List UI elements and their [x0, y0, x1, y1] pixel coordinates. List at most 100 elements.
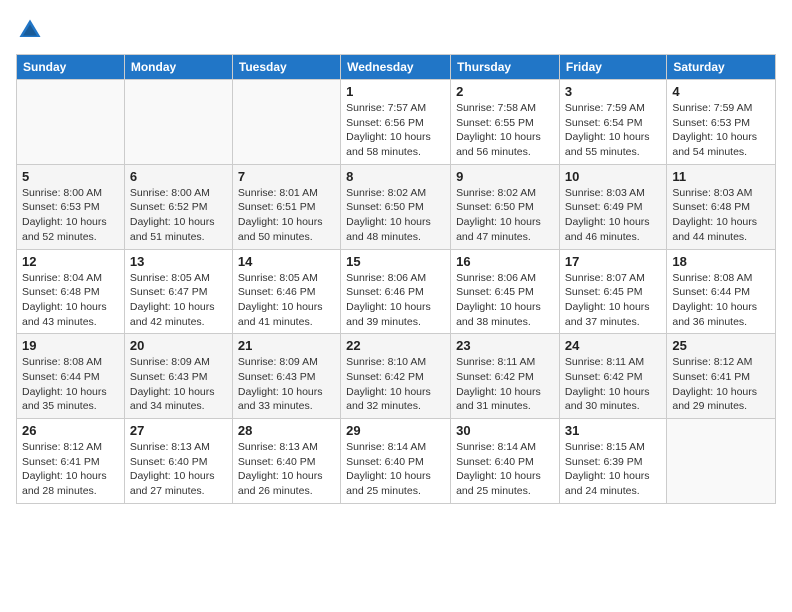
- day-number: 29: [346, 423, 445, 438]
- day-number: 6: [130, 169, 227, 184]
- day-info: Sunrise: 8:04 AMSunset: 6:48 PMDaylight:…: [22, 271, 119, 330]
- calendar-cell: 24 Sunrise: 8:11 AMSunset: 6:42 PMDayligh…: [559, 334, 666, 419]
- day-number: 1: [346, 84, 445, 99]
- calendar-cell: 6 Sunrise: 8:00 AMSunset: 6:52 PMDaylight…: [124, 164, 232, 249]
- week-row-2: 5 Sunrise: 8:00 AMSunset: 6:53 PMDaylight…: [17, 164, 776, 249]
- day-info: Sunrise: 7:57 AMSunset: 6:56 PMDaylight:…: [346, 101, 445, 160]
- day-info: Sunrise: 8:00 AMSunset: 6:53 PMDaylight:…: [22, 186, 119, 245]
- day-info: Sunrise: 8:11 AMSunset: 6:42 PMDaylight:…: [565, 355, 661, 414]
- week-row-5: 26 Sunrise: 8:12 AMSunset: 6:41 PMDayligh…: [17, 419, 776, 504]
- day-number: 11: [672, 169, 770, 184]
- day-number: 14: [238, 254, 335, 269]
- header-tuesday: Tuesday: [232, 55, 340, 80]
- calendar-cell: 20 Sunrise: 8:09 AMSunset: 6:43 PMDayligh…: [124, 334, 232, 419]
- week-row-4: 19 Sunrise: 8:08 AMSunset: 6:44 PMDayligh…: [17, 334, 776, 419]
- calendar-table: SundayMondayTuesdayWednesdayThursdayFrid…: [16, 54, 776, 504]
- day-number: 30: [456, 423, 554, 438]
- header-friday: Friday: [559, 55, 666, 80]
- calendar-cell: 3Sunrise: 7:59 AMSunset: 6:54 PMDaylight…: [559, 80, 666, 165]
- header-monday: Monday: [124, 55, 232, 80]
- week-row-1: 1 Sunrise: 7:57 AMSunset: 6:56 PMDaylight…: [17, 80, 776, 165]
- day-info: Sunrise: 8:03 AMSunset: 6:48 PMDaylight:…: [672, 186, 770, 245]
- calendar-cell: 2 Sunrise: 7:58 AMSunset: 6:55 PMDaylight…: [451, 80, 560, 165]
- day-number: 8: [346, 169, 445, 184]
- calendar-cell: 18 Sunrise: 8:08 AMSunset: 6:44 PMDayligh…: [667, 249, 776, 334]
- day-info: Sunrise: 8:05 AMSunset: 6:46 PMDaylight:…: [238, 271, 335, 330]
- day-info: Sunrise: 8:11 AMSunset: 6:42 PMDaylight:…: [456, 355, 554, 414]
- calendar-cell: 10 Sunrise: 8:03 AMSunset: 6:49 PMDayligh…: [559, 164, 666, 249]
- day-info: Sunrise: 8:14 AMSunset: 6:40 PMDaylight:…: [456, 440, 554, 499]
- calendar-cell: 17 Sunrise: 8:07 AMSunset: 6:45 PMDayligh…: [559, 249, 666, 334]
- calendar-cell: 25 Sunrise: 8:12 AMSunset: 6:41 PMDayligh…: [667, 334, 776, 419]
- day-number: 26: [22, 423, 119, 438]
- day-info: Sunrise: 8:08 AMSunset: 6:44 PMDaylight:…: [22, 355, 119, 414]
- calendar-cell: [232, 80, 340, 165]
- day-info: Sunrise: 8:07 AMSunset: 6:45 PMDaylight:…: [565, 271, 661, 330]
- calendar-cell: 1 Sunrise: 7:57 AMSunset: 6:56 PMDaylight…: [341, 80, 451, 165]
- header-sunday: Sunday: [17, 55, 125, 80]
- day-number: 5: [22, 169, 119, 184]
- calendar-cell: 23 Sunrise: 8:11 AMSunset: 6:42 PMDayligh…: [451, 334, 560, 419]
- day-number: 9: [456, 169, 554, 184]
- day-number: 16: [456, 254, 554, 269]
- day-number: 27: [130, 423, 227, 438]
- day-info: Sunrise: 8:01 AMSunset: 6:51 PMDaylight:…: [238, 186, 335, 245]
- calendar-cell: 5 Sunrise: 8:00 AMSunset: 6:53 PMDaylight…: [17, 164, 125, 249]
- calendar-cell: 7 Sunrise: 8:01 AMSunset: 6:51 PMDaylight…: [232, 164, 340, 249]
- day-info: Sunrise: 8:06 AMSunset: 6:45 PMDaylight:…: [456, 271, 554, 330]
- calendar-cell: 8 Sunrise: 8:02 AMSunset: 6:50 PMDaylight…: [341, 164, 451, 249]
- day-info: Sunrise: 8:13 AMSunset: 6:40 PMDaylight:…: [130, 440, 227, 499]
- calendar-cell: 22Sunrise: 8:10 AMSunset: 6:42 PMDayligh…: [341, 334, 451, 419]
- calendar-cell: 11 Sunrise: 8:03 AMSunset: 6:48 PMDayligh…: [667, 164, 776, 249]
- calendar-cell: [667, 419, 776, 504]
- calendar-cell: 15Sunrise: 8:06 AMSunset: 6:46 PMDayligh…: [341, 249, 451, 334]
- day-info: Sunrise: 8:08 AMSunset: 6:44 PMDaylight:…: [672, 271, 770, 330]
- day-info: Sunrise: 7:58 AMSunset: 6:55 PMDaylight:…: [456, 101, 554, 160]
- calendar-cell: 26 Sunrise: 8:12 AMSunset: 6:41 PMDayligh…: [17, 419, 125, 504]
- calendar-cell: 13Sunrise: 8:05 AMSunset: 6:47 PMDayligh…: [124, 249, 232, 334]
- day-number: 25: [672, 338, 770, 353]
- day-info: Sunrise: 8:09 AMSunset: 6:43 PMDaylight:…: [238, 355, 335, 414]
- day-info: Sunrise: 8:02 AMSunset: 6:50 PMDaylight:…: [346, 186, 445, 245]
- day-info: Sunrise: 8:12 AMSunset: 6:41 PMDaylight:…: [672, 355, 770, 414]
- day-info: Sunrise: 7:59 AMSunset: 6:53 PMDaylight:…: [672, 101, 770, 160]
- day-number: 12: [22, 254, 119, 269]
- day-info: Sunrise: 8:12 AMSunset: 6:41 PMDaylight:…: [22, 440, 119, 499]
- calendar-cell: 27 Sunrise: 8:13 AMSunset: 6:40 PMDayligh…: [124, 419, 232, 504]
- calendar-cell: 4 Sunrise: 7:59 AMSunset: 6:53 PMDaylight…: [667, 80, 776, 165]
- day-number: 18: [672, 254, 770, 269]
- day-info: Sunrise: 8:03 AMSunset: 6:49 PMDaylight:…: [565, 186, 661, 245]
- calendar-cell: 16 Sunrise: 8:06 AMSunset: 6:45 PMDayligh…: [451, 249, 560, 334]
- day-info: Sunrise: 8:15 AMSunset: 6:39 PMDaylight:…: [565, 440, 661, 499]
- day-info: Sunrise: 7:59 AMSunset: 6:54 PMDaylight:…: [565, 101, 661, 160]
- day-number: 7: [238, 169, 335, 184]
- calendar-cell: 28Sunrise: 8:13 AMSunset: 6:40 PMDayligh…: [232, 419, 340, 504]
- day-info: Sunrise: 8:00 AMSunset: 6:52 PMDaylight:…: [130, 186, 227, 245]
- calendar-cell: 31Sunrise: 8:15 AMSunset: 6:39 PMDayligh…: [559, 419, 666, 504]
- calendar-cell: 9 Sunrise: 8:02 AMSunset: 6:50 PMDaylight…: [451, 164, 560, 249]
- calendar-cell: 21Sunrise: 8:09 AMSunset: 6:43 PMDayligh…: [232, 334, 340, 419]
- calendar-cell: [124, 80, 232, 165]
- day-number: 10: [565, 169, 661, 184]
- day-number: 19: [22, 338, 119, 353]
- day-number: 20: [130, 338, 227, 353]
- day-number: 2: [456, 84, 554, 99]
- logo-icon: [16, 16, 44, 44]
- calendar-cell: 14 Sunrise: 8:05 AMSunset: 6:46 PMDayligh…: [232, 249, 340, 334]
- day-number: 17: [565, 254, 661, 269]
- calendar-header-row: SundayMondayTuesdayWednesdayThursdayFrid…: [17, 55, 776, 80]
- day-info: Sunrise: 8:10 AMSunset: 6:42 PMDaylight:…: [346, 355, 445, 414]
- day-number: 13: [130, 254, 227, 269]
- day-info: Sunrise: 8:09 AMSunset: 6:43 PMDaylight:…: [130, 355, 227, 414]
- day-number: 24: [565, 338, 661, 353]
- header-thursday: Thursday: [451, 55, 560, 80]
- week-row-3: 12 Sunrise: 8:04 AMSunset: 6:48 PMDayligh…: [17, 249, 776, 334]
- day-number: 23: [456, 338, 554, 353]
- day-info: Sunrise: 8:02 AMSunset: 6:50 PMDaylight:…: [456, 186, 554, 245]
- day-info: Sunrise: 8:13 AMSunset: 6:40 PMDaylight:…: [238, 440, 335, 499]
- day-info: Sunrise: 8:06 AMSunset: 6:46 PMDaylight:…: [346, 271, 445, 330]
- day-number: 4: [672, 84, 770, 99]
- calendar-cell: [17, 80, 125, 165]
- calendar-cell: 30 Sunrise: 8:14 AMSunset: 6:40 PMDayligh…: [451, 419, 560, 504]
- header-saturday: Saturday: [667, 55, 776, 80]
